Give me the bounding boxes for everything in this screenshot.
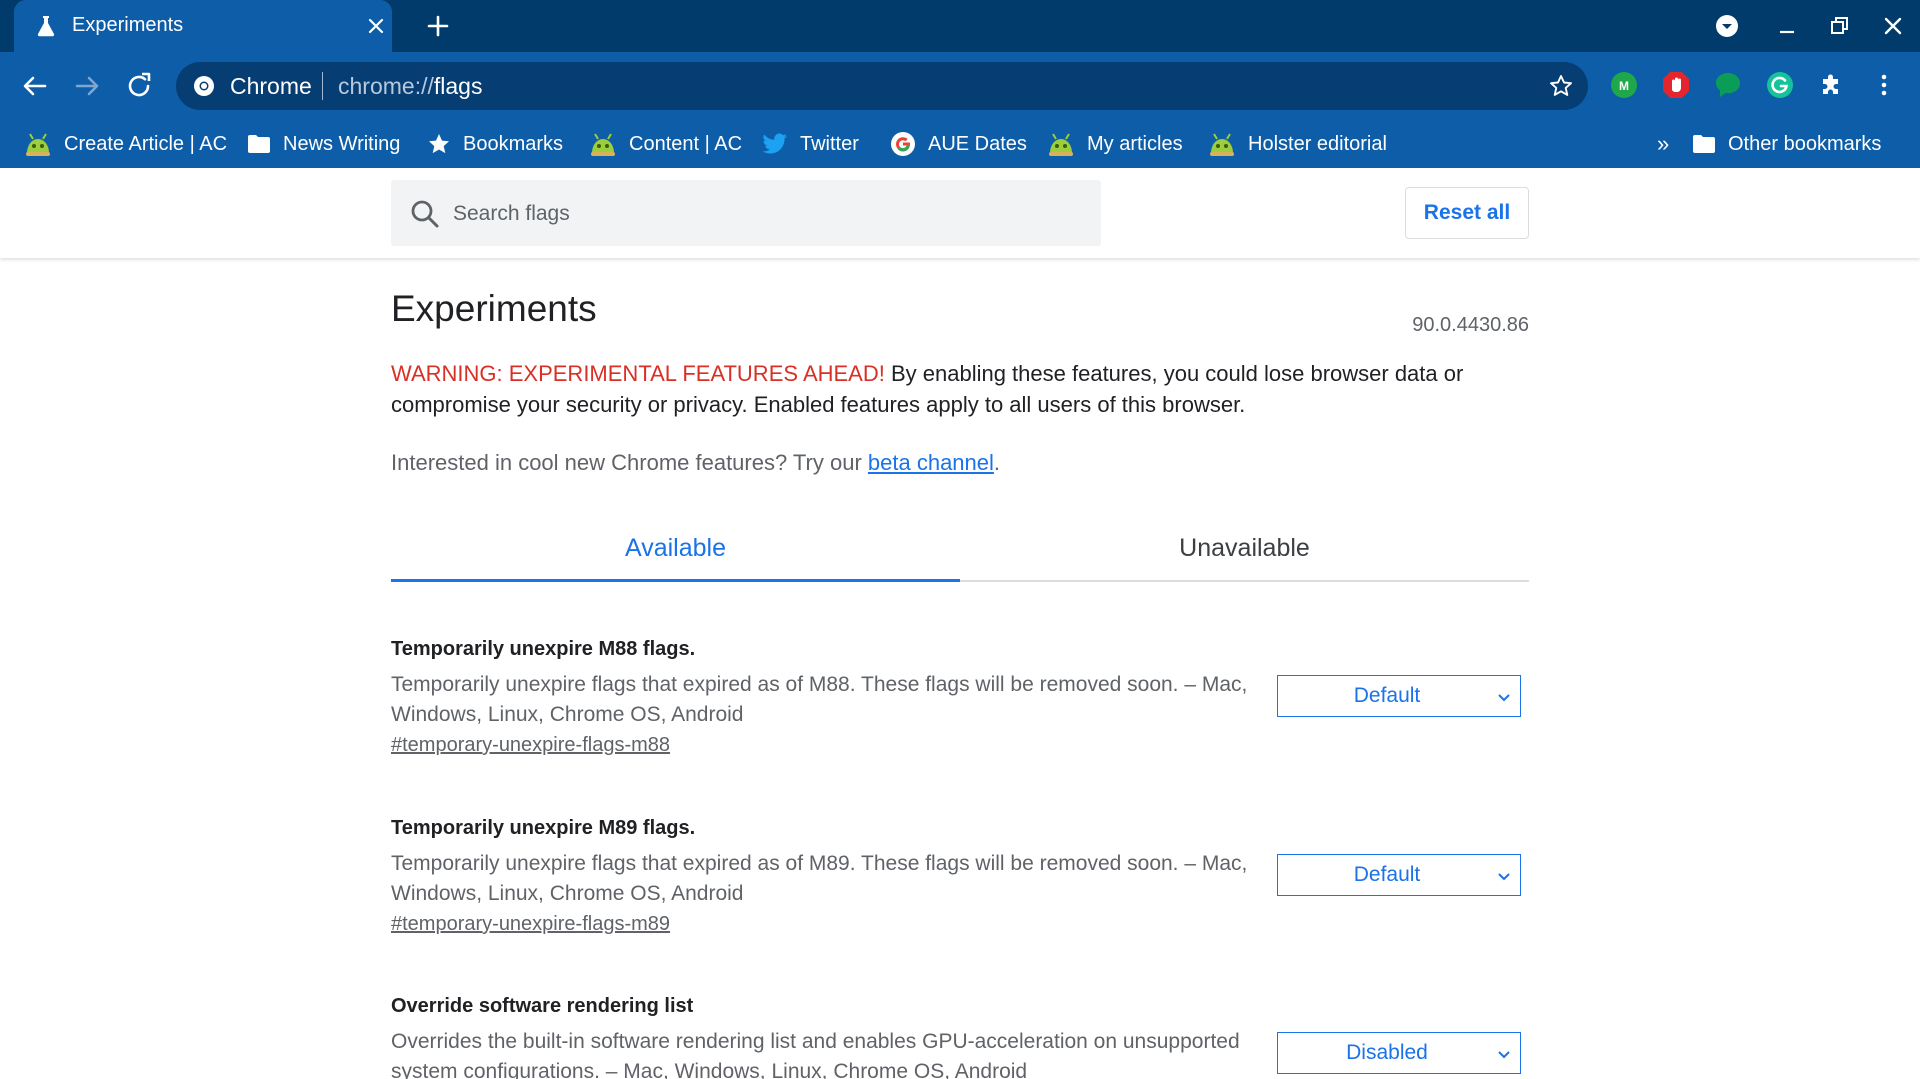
- back-icon[interactable]: [19, 70, 51, 102]
- flag-item: Temporarily unexpire M88 flags. Temporar…: [391, 638, 1529, 778]
- flags-tabs: Available Unavailable: [391, 516, 1529, 582]
- bookmark-bookmarks[interactable]: Bookmarks: [427, 130, 563, 158]
- search-icon: [411, 200, 439, 228]
- forward-icon[interactable]: [71, 70, 103, 102]
- chevron-down-icon: [1498, 1051, 1510, 1059]
- flag-state-value: Disabled: [1346, 1041, 1428, 1064]
- folder-icon: [1693, 135, 1715, 153]
- bookmark-label: Content | AC: [629, 132, 743, 155]
- android-icon: [26, 133, 50, 156]
- bookmark-label: Other bookmarks: [1728, 132, 1882, 155]
- bookmark-label: Create Article | AC: [64, 132, 228, 155]
- address-bar[interactable]: Chrome chrome://flags: [176, 62, 1588, 110]
- bookmark-label: Twitter: [800, 132, 859, 155]
- flags-header: Reset all: [0, 168, 1920, 258]
- flag-name: Temporarily unexpire M89 flags.: [391, 817, 696, 839]
- beta-promo: Interested in cool new Chrome features? …: [391, 450, 1000, 476]
- new-tab-icon[interactable]: [424, 12, 452, 40]
- bookmarks-bar: Create Article | AC News Writing Bookmar…: [0, 120, 1920, 168]
- android-icon: [591, 133, 615, 156]
- bookmark-twitter[interactable]: Twitter: [762, 130, 859, 158]
- warning-text: WARNING: EXPERIMENTAL FEATURES AHEAD! By…: [391, 358, 1529, 420]
- bookmark-news-writing[interactable]: News Writing: [247, 130, 400, 158]
- version-number: 90.0.4430.86: [1412, 314, 1529, 336]
- flag-description: Temporarily unexpire flags that expired …: [391, 673, 1248, 726]
- tab-experiments[interactable]: Experiments: [14, 0, 392, 52]
- flag-state-select[interactable]: Default: [1277, 854, 1521, 896]
- adblock-extension-icon[interactable]: [1661, 70, 1691, 100]
- flag-name: Temporarily unexpire M88 flags.: [391, 638, 696, 660]
- extensions-puzzle-icon[interactable]: [1817, 70, 1847, 100]
- url-scheme: chrome://: [338, 73, 434, 99]
- bookmark-aue-dates[interactable]: AUE Dates: [890, 130, 1027, 158]
- bookmark-label: AUE Dates: [928, 132, 1027, 155]
- site-label: Chrome: [230, 73, 312, 99]
- grammarly-extension-icon[interactable]: [1765, 70, 1795, 100]
- reload-icon[interactable]: [123, 70, 155, 102]
- promo-suffix: .: [993, 450, 1001, 475]
- tab-strip: Experiments: [0, 0, 1920, 52]
- promo-text: Interested in cool new Chrome features? …: [391, 450, 868, 475]
- close-window-icon[interactable]: [1879, 12, 1907, 40]
- menu-kebab-icon[interactable]: [1869, 70, 1899, 100]
- tab-unavailable[interactable]: Unavailable: [960, 516, 1529, 580]
- restore-icon[interactable]: [1826, 12, 1854, 40]
- bookmark-star-icon[interactable]: [1548, 73, 1574, 99]
- android-icon: [1049, 133, 1073, 156]
- omnibox-divider: [322, 72, 323, 100]
- bookmark-create-article[interactable]: Create Article | AC: [24, 130, 227, 158]
- flag-state-value: Default: [1353, 863, 1421, 886]
- flag-state-select[interactable]: Default: [1277, 675, 1521, 717]
- bookmark-content-ac[interactable]: Content | AC: [589, 130, 742, 158]
- chrome-icon: [194, 76, 214, 96]
- bookmark-holster-editorial[interactable]: Holster editorial: [1208, 130, 1387, 158]
- search-input[interactable]: [451, 180, 1085, 248]
- chevron-down-icon: [1498, 873, 1510, 881]
- tab-available[interactable]: Available: [391, 516, 960, 580]
- star-icon: [429, 134, 449, 154]
- tab-title: Experiments: [72, 14, 184, 36]
- reset-all-button[interactable]: Reset all: [1405, 187, 1529, 239]
- search-box[interactable]: [391, 180, 1101, 248]
- bookmark-label: My articles: [1087, 132, 1183, 155]
- imagus-extension-icon[interactable]: M: [1609, 70, 1639, 100]
- flask-icon: [37, 16, 55, 37]
- bookmark-other-bookmarks[interactable]: Other bookmarks: [1692, 130, 1881, 158]
- bookmark-label: Holster editorial: [1248, 132, 1387, 155]
- bookmark-my-articles[interactable]: My articles: [1047, 130, 1183, 158]
- bookmark-label: News Writing: [283, 132, 401, 155]
- flag-description: Temporarily unexpire flags that expired …: [391, 852, 1248, 905]
- svg-text:M: M: [1619, 79, 1629, 93]
- warning-heading: WARNING: EXPERIMENTAL FEATURES AHEAD!: [391, 361, 885, 386]
- chevron-down-icon: [1498, 694, 1510, 702]
- page-title: Experiments: [391, 288, 597, 329]
- browser-toolbar: Chrome chrome://flags M Create Article |…: [0, 52, 1920, 168]
- flag-state-value: Default: [1353, 684, 1421, 707]
- flag-item: Temporarily unexpire M89 flags. Temporar…: [391, 817, 1529, 957]
- url-text[interactable]: chrome://flags: [338, 73, 482, 100]
- flag-item: Override software rendering list Overrid…: [391, 995, 1529, 1079]
- twitter-icon: [762, 133, 787, 154]
- flag-name: Override software rendering list: [391, 995, 694, 1017]
- flag-description: Overrides the built-in software renderin…: [391, 1030, 1240, 1079]
- folder-icon: [248, 135, 270, 153]
- minimize-icon[interactable]: [1773, 12, 1801, 40]
- flag-anchor-link[interactable]: #temporary-unexpire-flags-m88: [391, 734, 670, 757]
- google-icon: [891, 132, 915, 156]
- android-icon: [1210, 133, 1234, 156]
- flag-state-select[interactable]: Disabled: [1277, 1032, 1521, 1074]
- bookmarks-overflow-chevron-icon[interactable]: »: [1657, 130, 1669, 158]
- close-tab-icon[interactable]: [366, 16, 386, 36]
- bookmark-label: Bookmarks: [463, 132, 564, 155]
- active-tab-indicator: [391, 579, 960, 582]
- beta-channel-link[interactable]: beta channel: [868, 450, 994, 475]
- url-host: flags: [433, 73, 483, 99]
- flag-anchor-link[interactable]: #temporary-unexpire-flags-m89: [391, 913, 670, 936]
- tab-search-icon[interactable]: [1713, 12, 1741, 40]
- chat-extension-icon[interactable]: [1713, 70, 1743, 100]
